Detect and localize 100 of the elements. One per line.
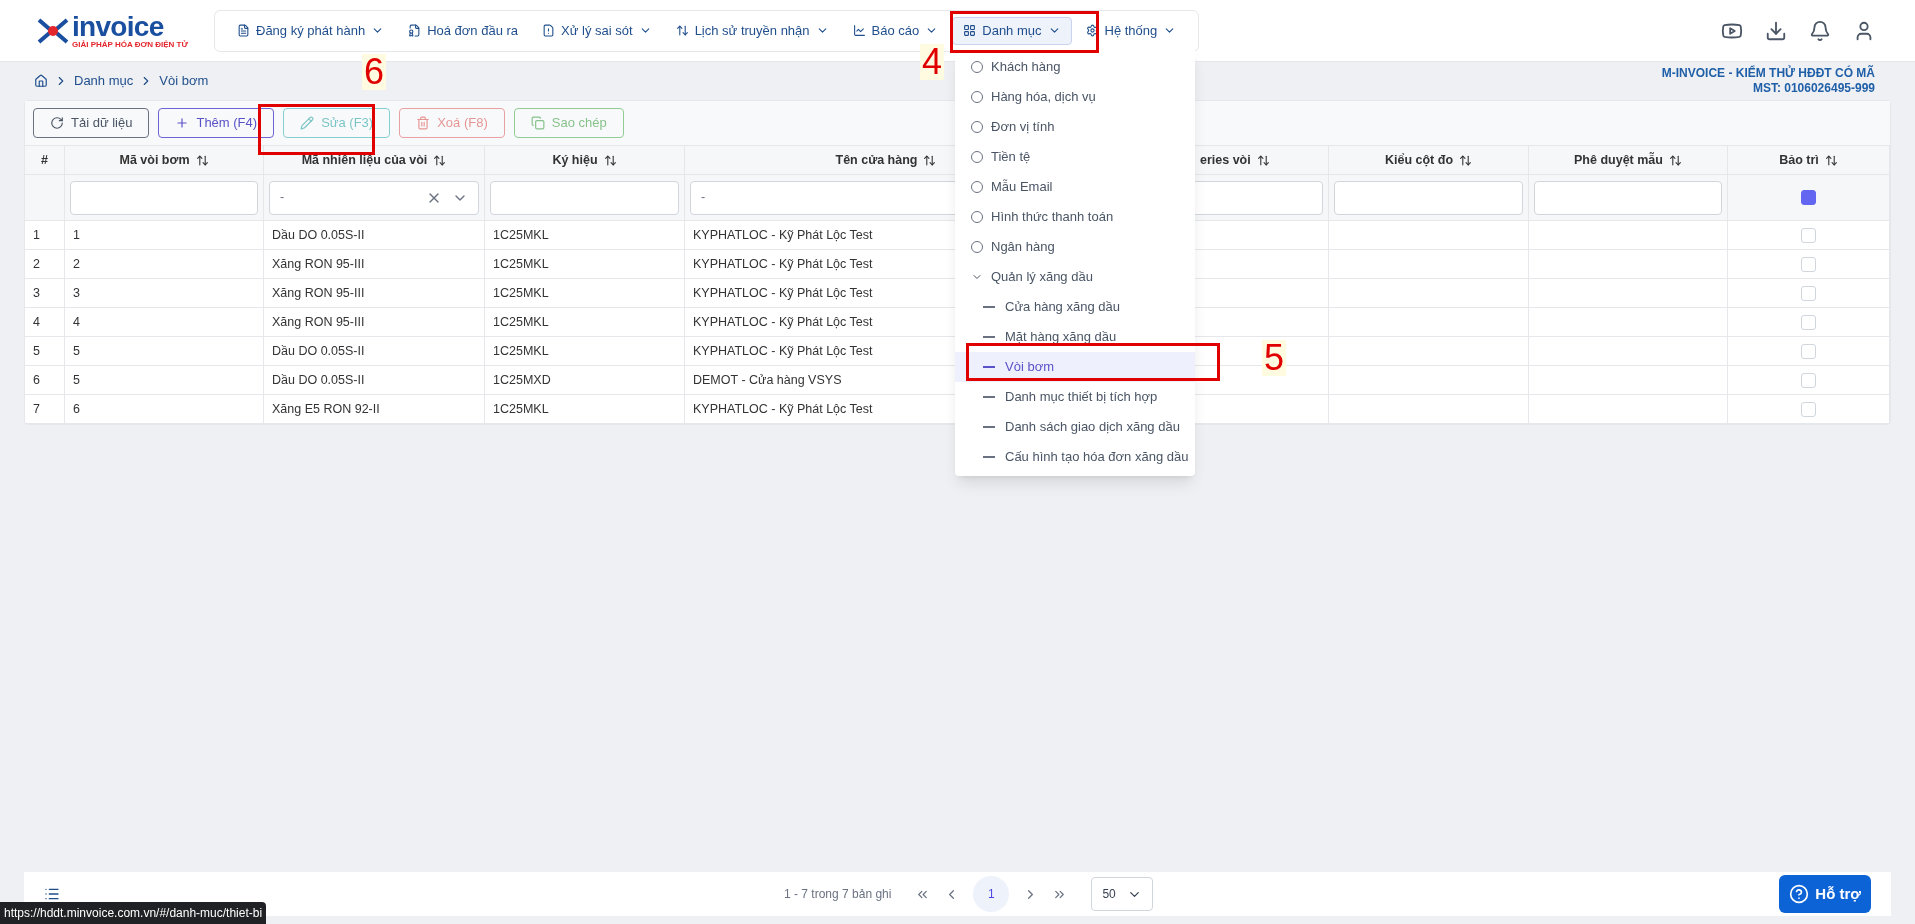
submenu-item[interactable]: Danh mục thiết bị tích hợp <box>955 382 1195 412</box>
nav-menu-item[interactable]: Hoá đơn đầu ra <box>398 16 529 45</box>
table-cell-text: 1C25MKL <box>493 255 549 273</box>
filter-field[interactable] <box>70 180 258 215</box>
breadcrumb-link[interactable]: Vòi bơm <box>159 71 209 91</box>
table-cell-text: KYPHATLOC - Kỹ Phát Lộc Test <box>693 284 873 302</box>
submenu-item[interactable]: Cấu hình tạo hóa đơn xăng dầu <box>955 442 1195 472</box>
column-header[interactable]: Mã vòi bơm <box>119 150 209 170</box>
button-icon <box>300 116 315 130</box>
download-icon[interactable] <box>1765 19 1787 42</box>
nav-menu-item[interactable]: Lịch sử truyền nhận <box>665 16 839 45</box>
menu-icon <box>675 24 689 37</box>
toolbar-button[interactable]: Thêm (F4) <box>158 108 275 138</box>
dash-icon <box>983 396 995 398</box>
nav-menu-item[interactable]: Xử lý sai sót <box>532 16 662 45</box>
column-header[interactable]: Mã nhiên liệu của vòi <box>301 150 447 170</box>
table-cell-text: Dầu DO 0.05S-II <box>272 371 365 389</box>
table-cell-text: Xăng RON 95-III <box>272 313 365 331</box>
table-cell-text: 4 <box>73 313 80 331</box>
nav-menu-item[interactable]: Đăng ký phát hành <box>227 16 395 45</box>
list-icon[interactable] <box>44 886 60 902</box>
button-icon <box>50 116 64 130</box>
help-icon <box>1789 884 1810 904</box>
table-cell-text: 2 <box>73 255 80 273</box>
table-cell-text: 3 <box>33 284 40 302</box>
table-cell-text: Dầu DO 0.05S-II <box>272 342 365 360</box>
button-icon <box>530 116 545 130</box>
step-number: 5 <box>1262 340 1287 376</box>
table-cell-text: KYPHATLOC - Kỹ Phát Lộc Test <box>693 226 873 244</box>
column-header[interactable]: Bảo trì <box>1779 150 1838 170</box>
menu-icon <box>237 24 250 37</box>
table-cell-text: Dầu DO 0.05S-II <box>272 226 365 244</box>
table-cell-text: KYPHATLOC - Kỹ Phát Lộc Test <box>693 313 873 331</box>
submenu-item[interactable]: Danh sách giao dịch xăng dầu <box>955 412 1195 442</box>
filter-field[interactable] <box>1334 180 1523 215</box>
menu-item[interactable]: Đơn vị tính <box>955 112 1195 142</box>
dash-icon <box>983 336 995 338</box>
column-header[interactable]: Kiểu cột đo <box>1384 150 1473 170</box>
table-cell-text: 6 <box>33 371 40 389</box>
menu-icon <box>542 24 556 37</box>
dash-icon <box>983 366 995 368</box>
filter-field[interactable] <box>1534 180 1722 215</box>
table-cell-text: 1C25MKL <box>493 342 549 360</box>
menu-item[interactable]: Ngân hàng <box>955 232 1195 262</box>
home-icon[interactable] <box>34 74 48 88</box>
page-button[interactable]: 1 <box>973 876 1010 912</box>
menu-item[interactable]: Tiền tệ <box>955 142 1195 172</box>
breadcrumb-link[interactable]: Danh mục <box>74 71 134 91</box>
nav-menu-item[interactable]: Danh mục <box>952 16 1072 45</box>
checkbox[interactable] <box>1801 190 1816 205</box>
table-cell-text: 4 <box>33 313 40 331</box>
table-cell-text: 1C25MKL <box>493 226 549 244</box>
nav-menu-item[interactable]: Hệ thống <box>1075 16 1187 45</box>
table-cell-text: KYPHATLOC - Kỹ Phát Lộc Test <box>693 342 873 360</box>
bell-icon[interactable] <box>1809 19 1831 42</box>
table-cell-text: DEMOT - Cửa hàng VSYS <box>693 371 842 389</box>
table-cell-text: 5 <box>73 371 80 389</box>
help-button[interactable]: Hỗ trợ <box>1779 875 1871 913</box>
table-cell-text: 3 <box>73 284 80 302</box>
filter-select[interactable]: - <box>269 180 479 215</box>
table-cell-text: 1C25MKL <box>493 400 549 418</box>
toolbar-button[interactable]: Tải dữ liệu <box>33 108 150 138</box>
table-cell-text: KYPHATLOC - Kỹ Phát Lộc Test <box>693 255 873 273</box>
table-cell-text: 1C25MXD <box>493 371 551 389</box>
table-cell-text: 5 <box>73 342 80 360</box>
menu-icon <box>408 24 422 37</box>
table-cell-text: KYPHATLOC - Kỹ Phát Lộc Test <box>693 400 873 418</box>
column-header[interactable]: Tên cửa hàng <box>835 150 937 170</box>
table-cell-text: 5 <box>33 342 40 360</box>
dash-icon <box>983 456 995 458</box>
column-header[interactable]: eries vòi <box>1200 150 1270 170</box>
page-size-select[interactable]: 50 <box>1091 877 1154 911</box>
dash-icon <box>983 426 995 428</box>
step-number: 6 <box>362 54 387 90</box>
table-cell-text: Xăng E5 RON 92-II <box>272 400 380 418</box>
step-number: 4 <box>920 44 945 80</box>
button-icon <box>175 116 190 130</box>
status-url: https://hddt.minvoice.com.vn/#/danh-muc/thiet-bi <box>0 902 267 924</box>
company-name: M-INVOICE - KIỂM THỬ HĐĐT CÓ MÃ <box>1661 66 1875 81</box>
column-header[interactable]: Phê duyệt mẫu <box>1574 150 1682 170</box>
column-header[interactable]: # <box>41 150 48 170</box>
menu-icon <box>852 24 866 37</box>
menu-item[interactable]: Khách hàng <box>955 52 1195 82</box>
column-header[interactable]: Ký hiệu <box>552 150 617 170</box>
menu-group[interactable]: Quản lý xăng dầu <box>955 262 1195 292</box>
menu-icon <box>1085 24 1099 37</box>
nav-menu-item[interactable]: Báo cáo <box>842 16 949 45</box>
menu-icon <box>963 24 977 37</box>
filter-field[interactable] <box>490 180 679 215</box>
table-cell-text: 7 <box>33 400 40 418</box>
table-cell-text: 1 <box>73 226 80 244</box>
table-cell-text: 1C25MKL <box>493 284 549 302</box>
submenu-item[interactable]: Mặt hàng xăng dầu <box>955 322 1195 352</box>
table-cell-text: 6 <box>73 400 80 418</box>
submenu-item[interactable]: Cửa hàng xăng dầu <box>955 292 1195 322</box>
tax-id: MST: 0106026495-999 <box>1752 81 1875 96</box>
table-cell-text: 1C25MKL <box>493 313 549 331</box>
logo-text: invoice <box>72 12 164 41</box>
menu-item[interactable]: Hàng hóa, dịch vụ <box>955 82 1195 112</box>
logo-tagline: GIẢI PHÁP HÓA ĐƠN ĐIỆN TỬ <box>72 40 189 49</box>
